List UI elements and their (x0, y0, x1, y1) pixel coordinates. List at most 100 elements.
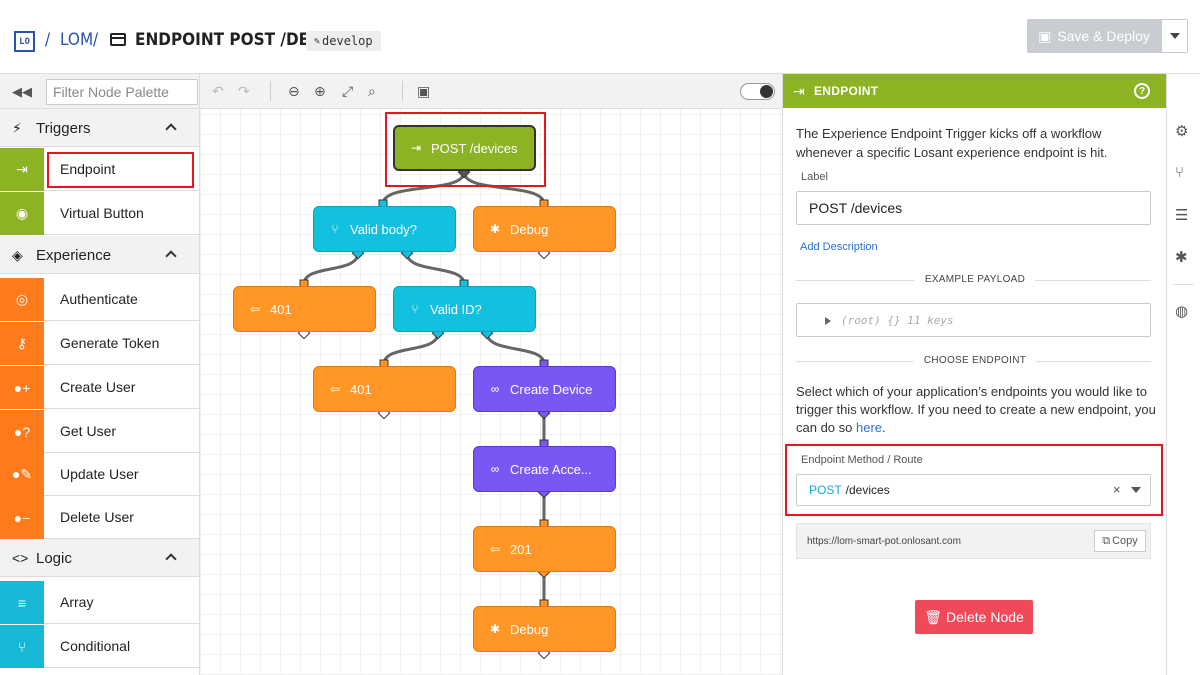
code-icon: <> (12, 550, 29, 566)
user-plus-icon: ●+ (0, 366, 44, 409)
choose-endpoint-heading: CHOOSE ENDPOINT (783, 355, 1166, 366)
node-debug-final[interactable]: ✱ Debug (473, 606, 616, 652)
node-201[interactable]: ⇦ 201 (473, 526, 616, 572)
pencil-icon: ✎ (314, 35, 321, 47)
category-experience[interactable]: ◈ Experience (0, 236, 199, 274)
breadcrumb-separator: / (93, 30, 99, 50)
node-401-body[interactable]: ⇦ 401 (233, 286, 376, 332)
palette-item-update-user[interactable]: ●✎ Update User (0, 453, 199, 496)
trigger-highlight-box (385, 112, 546, 187)
connection (485, 332, 546, 365)
endpoint-url: https://lom-smart-pot.onlosant.com (807, 535, 961, 547)
palette-item-label: Get User (60, 423, 117, 439)
category-label: Experience (36, 247, 112, 264)
top-header: LO / LOM / ENDPOINT POST /DEVICES ✎ deve… (0, 0, 1200, 74)
branch-badge[interactable]: ✎ develop (306, 31, 381, 51)
collapse-palette-icon[interactable]: ◀◀ (12, 84, 32, 100)
example-payload-viewer[interactable]: (root) {} 11 keys (796, 303, 1151, 337)
save-deploy-label: Save & Deploy (1057, 28, 1150, 44)
palette-item-virtual-button[interactable]: ◉ Virtual Button (0, 192, 199, 235)
branch-icon[interactable]: ⑂ (1175, 164, 1184, 181)
reply-icon: ⇦ (489, 542, 501, 556)
node-valid-id[interactable]: ⑂ Valid ID? (393, 286, 536, 332)
copy-icon: ⧉ (1102, 534, 1111, 547)
node-create-access[interactable]: ∞ Create Acce... (473, 446, 616, 492)
add-description-link[interactable]: Add Description (800, 241, 878, 253)
node-label: 401 (350, 381, 372, 397)
here-link[interactable]: here (856, 420, 882, 435)
palette-toolbar: ◀◀ (0, 74, 199, 109)
panel-header: ⇥ ENDPOINT ? (783, 74, 1166, 108)
palette-item-array[interactable]: ≡ Array (0, 581, 199, 624)
category-label: Logic (36, 550, 72, 567)
palette-item-get-user[interactable]: ●? Get User (0, 410, 199, 453)
palette-item-authenticate[interactable]: ◎ Authenticate (0, 278, 199, 321)
palette-item-label: Conditional (60, 638, 131, 654)
node-properties-panel: ⇥ ENDPOINT ? The Experience Endpoint Tri… (783, 74, 1167, 675)
copy-button[interactable]: ⧉ Copy (1094, 530, 1146, 552)
branch-split-icon: ⑂ (331, 222, 339, 236)
expand-triangle-icon[interactable] (825, 317, 831, 325)
copy-label: Copy (1112, 535, 1138, 547)
delete-node-label: Delete Node (945, 609, 1024, 625)
breadcrumb-app[interactable]: LOM (60, 30, 93, 50)
lightning-icon: ⚡ (12, 120, 22, 136)
node-label: Create Device (510, 381, 593, 397)
label-input[interactable]: POST /devices (796, 191, 1151, 225)
node-label: 401 (270, 301, 292, 317)
palette-item-create-user[interactable]: ●+ Create User (0, 366, 199, 409)
help-icon[interactable]: ? (1134, 83, 1150, 99)
save-options-dropdown[interactable] (1161, 19, 1188, 53)
node-debug[interactable]: ✱ Debug (473, 206, 616, 252)
user-search-icon: ●? (0, 410, 44, 453)
palette-item-label: Array (60, 594, 94, 610)
category-triggers[interactable]: ⚡ Triggers (0, 109, 199, 147)
branch-split-icon: ⑂ (0, 625, 44, 668)
heading-text: EXAMPLE PAYLOAD (914, 274, 1036, 285)
choose-endpoint-description: Select which of your application’s endpo… (796, 384, 1156, 435)
experience-icon: ◈ (12, 247, 23, 263)
node-create-device[interactable]: ∞ Create Device (473, 366, 616, 412)
connection (382, 332, 440, 365)
delete-node-button[interactable]: 🗑 Delete Node (915, 600, 1033, 634)
node-description: The Experience Endpoint Trigger kicks of… (796, 126, 1108, 160)
palette-item-generate-token[interactable]: ⚷ Generate Token (0, 322, 199, 365)
node-401-id[interactable]: ⇦ 401 (313, 366, 456, 412)
debug-icon[interactable]: ✱ (1175, 248, 1188, 266)
node-label: Debug (510, 621, 549, 637)
palette-item-delete-user[interactable]: ●− Delete User (0, 496, 199, 539)
branch-label: develop (322, 34, 373, 48)
connection (302, 252, 360, 285)
palette-item-label: Update User (60, 466, 139, 482)
filter-node-palette-input[interactable] (46, 79, 198, 105)
key-icon: ⚷ (0, 322, 44, 365)
bug-icon: ✱ (489, 622, 501, 636)
logo-icon[interactable]: LO (14, 31, 35, 52)
chevron-up-icon (165, 123, 177, 135)
database-icon[interactable]: ☰ (1175, 206, 1188, 224)
workflow-icon (110, 33, 126, 46)
palette-item-conditional[interactable]: ⑂ Conditional (0, 625, 199, 668)
chevron-up-icon (165, 553, 177, 565)
rail-divider (1173, 284, 1194, 285)
globe-icon[interactable]: ◍ (1175, 302, 1188, 320)
label-caption: Label (801, 171, 828, 183)
route-highlight-box (785, 444, 1163, 516)
category-logic[interactable]: <> Logic (0, 539, 199, 577)
node-label: Debug (510, 221, 549, 237)
heading-text: CHOOSE ENDPOINT (913, 355, 1037, 366)
choose-text: Select which of your application’s endpo… (796, 384, 1156, 435)
right-rail: ⚙ ⑂ ☰ ✱ ◍ (1167, 74, 1200, 675)
node-valid-body[interactable]: ⑂ Valid body? (313, 206, 456, 252)
palette-item-label: Virtual Button (60, 205, 144, 221)
example-payload-heading: EXAMPLE PAYLOAD (783, 274, 1166, 285)
reply-icon: ⇦ (249, 302, 261, 316)
node-label: Valid ID? (430, 301, 482, 317)
node-palette: ◀◀ ⚡ Triggers ⇥ Endpoint ◉ Virtual Butto… (0, 74, 200, 675)
save-deploy-button[interactable]: ▣ Save & Deploy (1027, 19, 1161, 53)
palette-item-label: Delete User (60, 509, 134, 525)
workflow-canvas[interactable]: ↶ ↷ ⊖ ⊕ ⤢ ⌕ ▣ ⇥ POST /devices ⑂ Valid bo… (200, 74, 783, 675)
trash-icon: 🗑 (924, 608, 942, 625)
settings-icon[interactable]: ⚙ (1175, 122, 1188, 140)
breadcrumb-separator: / (45, 30, 51, 50)
